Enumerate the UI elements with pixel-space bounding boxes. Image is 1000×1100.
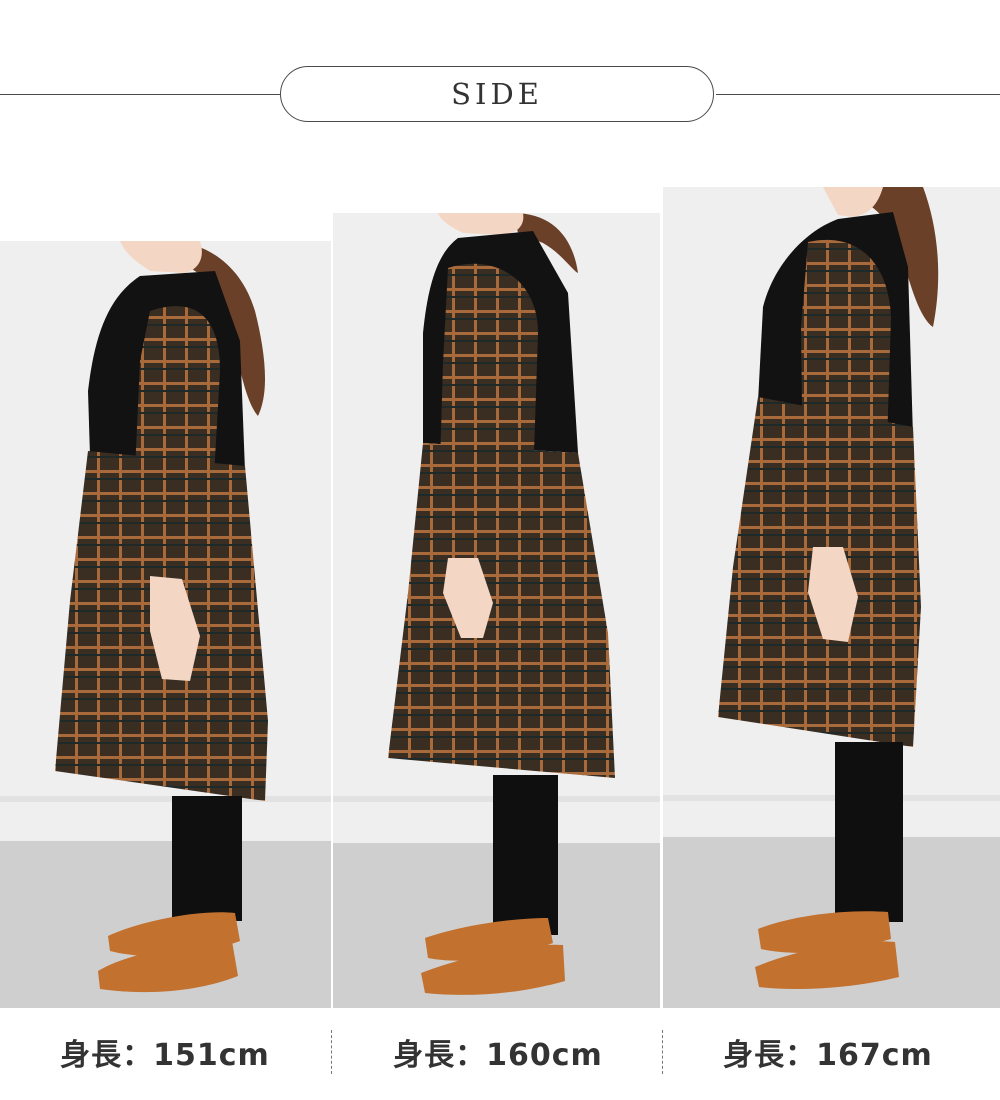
header-rule-right bbox=[716, 94, 1000, 95]
height-caption-2: 身長：160cm bbox=[393, 1038, 603, 1073]
model-photo-160-illustration bbox=[333, 213, 660, 1008]
model-photo-151-illustration bbox=[0, 241, 331, 1008]
model-photo-167-illustration bbox=[663, 187, 1000, 1008]
height-caption-1: 身長：151cm bbox=[60, 1038, 270, 1073]
section-title: SIDE bbox=[451, 77, 543, 111]
header-rule-left bbox=[0, 94, 280, 95]
model-photo-160 bbox=[333, 213, 660, 1008]
caption-divider-1 bbox=[331, 1030, 332, 1074]
model-photo-167 bbox=[663, 187, 1000, 1008]
height-caption-3: 身長：167cm bbox=[723, 1038, 933, 1073]
section-header: SIDE bbox=[280, 66, 714, 122]
model-photo-151 bbox=[0, 241, 331, 1008]
